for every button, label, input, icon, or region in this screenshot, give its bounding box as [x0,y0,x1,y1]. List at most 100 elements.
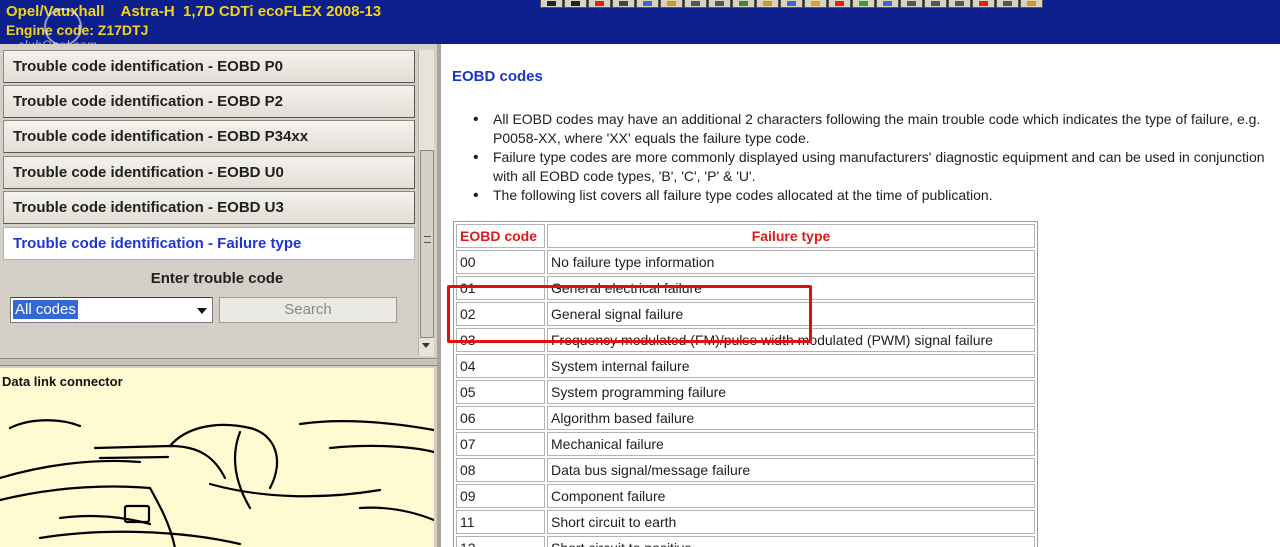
topic-item-eobd-p0[interactable]: Trouble code identification - EOBD P0 [3,50,415,83]
table-row: 07 Mechanical failure [454,430,1037,456]
wrench-icon-glyph [691,1,700,6]
flag-icon-glyph [835,1,844,6]
failure-description-cell: No failure type information [547,250,1035,274]
notepad-icon[interactable] [660,0,683,8]
toolbar [540,0,1043,8]
camera-icon-glyph [883,1,892,6]
scroll-down-arrow-icon[interactable] [422,343,430,348]
table-header-row: EOBD code Failure type [454,222,1037,248]
left-panel: Trouble code identification - EOBD P0 Tr… [0,44,437,547]
diagnostic-icon[interactable] [780,0,803,8]
topic-item-label: Trouble code identification - EOBD P34xx [13,128,309,145]
settings-icon-glyph [907,1,916,6]
failure-description-cell: System programming failure [547,380,1035,404]
table-row: 09 Component failure [454,482,1037,508]
chart-icon-glyph [763,1,772,6]
print-icon[interactable] [948,0,971,8]
failure-code-cell: 06 [456,406,545,430]
failure-code-cell: 04 [456,354,545,378]
settings-icon[interactable] [900,0,923,8]
failure-description-cell: Short circuit to positive [547,536,1035,547]
help-icon[interactable] [540,0,563,8]
camera-icon[interactable] [876,0,899,8]
panel-splitter[interactable] [0,358,437,366]
engine-icon-glyph [739,1,748,6]
failure-description-cell: Short circuit to earth [547,510,1035,534]
failure-code-cell: 00 [456,250,545,274]
topic-item-eobd-p2[interactable]: Trouble code identification - EOBD P2 [3,85,415,118]
back-icon[interactable] [564,0,587,8]
table-row: 11 Short circuit to earth [454,508,1037,534]
topic-list: Trouble code identification - EOBD P0 Tr… [0,50,418,268]
failure-description-cell: Mechanical failure [547,432,1035,456]
topic-item-label: Trouble code identification - EOBD P0 [13,58,284,75]
topic-item-label: Trouble code identification - EOBD P2 [13,93,284,110]
failure-code-cell: 12 [456,536,545,547]
notepad-icon-glyph [667,1,676,6]
document-icon[interactable] [612,0,635,8]
highlight-annotation-box [447,285,812,343]
topic-item-label: Trouble code identification - Failure ty… [13,235,302,252]
list-icon-glyph [931,1,940,6]
battery-icon-glyph [859,1,868,6]
print-icon-glyph [955,1,964,6]
warning-icon[interactable] [804,0,827,8]
chevron-down-icon[interactable] [197,308,207,314]
failure-description-cell: Data bus signal/message failure [547,458,1035,482]
topic-list-scrollbar[interactable] [418,50,434,356]
scrollbar-thumb[interactable] [420,150,434,338]
topic-item-eobd-u0[interactable]: Trouble code identification - EOBD U0 [3,156,415,189]
diagram-panel: Data link connector [0,368,434,547]
close-icon[interactable] [588,0,611,8]
info-icon-glyph [979,1,988,6]
failure-description-cell: Component failure [547,484,1035,508]
failure-code-cell: 09 [456,484,545,508]
exit-icon-glyph [1027,1,1036,6]
diagnostic-icon-glyph [787,1,796,6]
table-row: 04 System internal failure [454,352,1037,378]
close-icon-glyph [595,1,604,6]
table-row: 00 No failure type information [454,248,1037,274]
failure-type-table: EOBD code Failure type 00 No failure type… [453,221,1038,547]
code-type-select-value: All codes [13,300,78,319]
diagram-title: Data link connector [2,374,123,389]
failure-code-cell: 11 [456,510,545,534]
exit-icon[interactable] [1020,0,1043,8]
table-row: 05 System programming failure [454,378,1037,404]
gear-icon[interactable] [708,0,731,8]
bullet-item: The following list covers all failure ty… [471,186,1271,205]
connector-location-illustration [0,419,434,547]
info-icon[interactable] [972,0,995,8]
app-header: Opel/Vauxhall Astra-H 1,7D CDTi ecoFLEX … [0,0,1280,52]
column-header-code: EOBD code [456,224,545,248]
page-title: EOBD codes [452,68,543,85]
bullet-item: Failure type codes are more commonly dis… [471,148,1271,186]
failure-description-cell: System internal failure [547,354,1035,378]
topic-item-eobd-u3[interactable]: Trouble code identification - EOBD U3 [3,191,415,224]
topic-item-failure-type[interactable]: Trouble code identification - Failure ty… [3,227,415,260]
flag-icon[interactable] [828,0,851,8]
search-icon-glyph [1003,1,1012,6]
help-icon-glyph [547,1,556,6]
envelope-icon[interactable] [636,0,659,8]
search-button[interactable]: Search [219,297,397,323]
table-row: 06 Algorithm based failure [454,404,1037,430]
topic-item-eobd-p34xx[interactable]: Trouble code identification - EOBD P34xx [3,120,415,153]
topic-item-label: Trouble code identification - EOBD U3 [13,199,284,216]
bullet-item: All EOBD codes may have an additional 2 … [471,110,1271,148]
warning-icon-glyph [811,1,820,6]
list-icon[interactable] [924,0,947,8]
failure-description-cell: Algorithm based failure [547,406,1035,430]
battery-icon[interactable] [852,0,875,8]
column-header-failure-type: Failure type [547,224,1035,248]
failure-code-cell: 05 [456,380,545,404]
wrench-icon[interactable] [684,0,707,8]
table-row: 08 Data bus signal/message failure [454,456,1037,482]
chart-icon[interactable] [756,0,779,8]
engine-icon[interactable] [732,0,755,8]
code-type-select[interactable]: All codes [10,297,213,323]
gear-icon-glyph [715,1,724,6]
table-row: 12Short circuit to positive [454,534,1037,547]
search-icon[interactable] [996,0,1019,8]
failure-code-cell: 07 [456,432,545,456]
